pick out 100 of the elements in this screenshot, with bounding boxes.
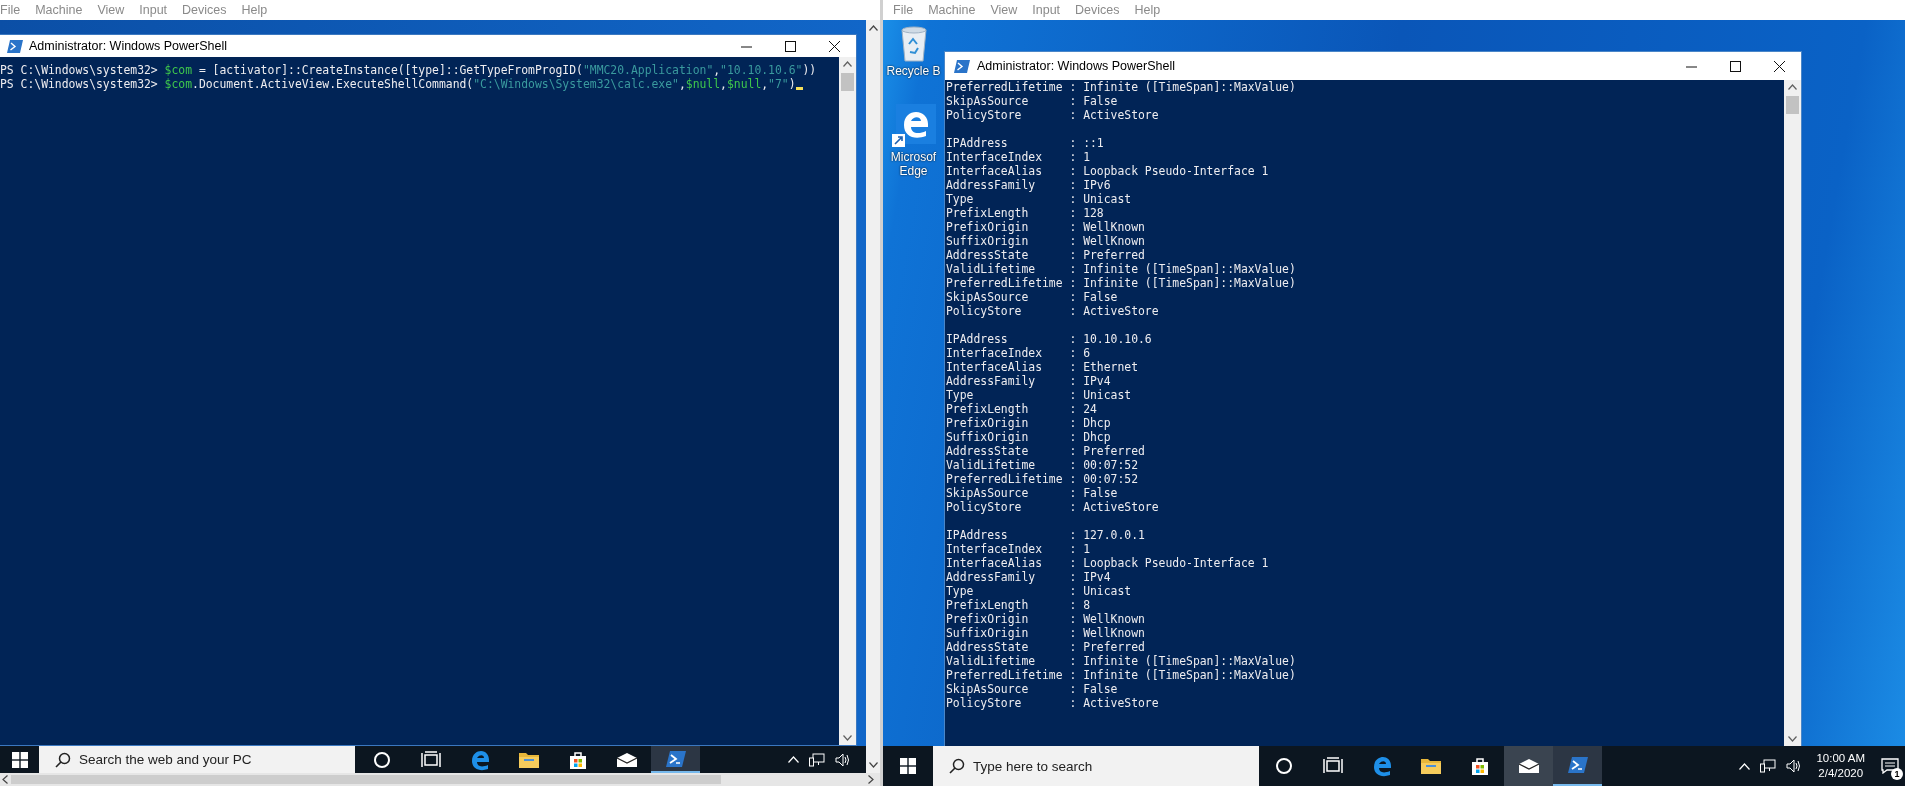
menu-item[interactable]: Help [1134,3,1161,17]
command-line: PS C:\Windows\system32> $com = [activator]::CreateInstance([type]::GetTypeFromProgID("MMC20.Application","10.10.10.6")) [0,63,817,77]
search-field[interactable]: Type here to search [973,758,1233,774]
speaker-icon[interactable] [1786,759,1803,773]
scroll-down-button[interactable] [868,762,878,768]
desktop-icon-label[interactable]: Recycle B [886,64,941,78]
output-line: AddressFamily : IPv6 [946,178,1112,192]
output-line: IPAddress : ::1 [946,136,1105,150]
output-line: PrefixLength : 128 [946,206,1105,220]
terminal-icon [1566,756,1589,774]
menu-item[interactable]: Input [139,3,168,17]
envelope-icon [1517,758,1540,774]
scroll-up-button[interactable] [843,61,852,67]
search-icon [55,751,71,768]
output-line: AddressState : Preferred [946,640,1146,654]
output-line: SuffixOrigin : WellKnown [946,234,1146,248]
output-line: InterfaceAlias : Ethernet [946,360,1140,374]
output-line: PolicyStore : ActiveStore [946,500,1160,514]
menu-item[interactable]: View [97,3,125,17]
scroll-thumb[interactable] [11,775,721,784]
scrollbar[interactable] [0,773,880,786]
output-line: InterfaceIndex : 6 [946,346,1091,360]
scroll-thumb[interactable] [841,73,854,91]
scrollbar[interactable] [866,20,880,773]
output-line: Type : Unicast [946,584,1133,598]
output-line: AddressState : Preferred [946,248,1146,262]
caret-up-icon[interactable] [788,756,799,763]
scroll-up-button[interactable] [868,25,878,31]
menu-item[interactable]: View [990,3,1018,17]
output-line: PrefixOrigin : WellKnown [946,220,1146,234]
browser-shortcut-icon[interactable] [891,104,936,148]
scroll-down-button[interactable] [843,735,852,741]
output-line: AddressFamily : IPv4 [946,570,1112,584]
menu-item[interactable]: Machine [35,3,83,17]
maximize-icon [1729,60,1741,72]
output-line: SkipAsSource : False [946,290,1119,304]
output-line: AddressState : Preferred [946,444,1146,458]
output-line: SkipAsSource : False [946,94,1119,108]
scroll-right-button[interactable] [868,775,874,784]
scroll-left-button[interactable] [2,775,8,784]
menu-item[interactable]: Devices [182,3,227,17]
terminal-icon [664,749,687,768]
output-line: IPAddress : 127.0.0.1 [946,528,1146,542]
scrollbar[interactable] [839,57,856,745]
shopping-bag-icon [1469,756,1490,776]
shopping-bag-icon [567,749,588,770]
output-line: SuffixOrigin : WellKnown [946,626,1146,640]
output-line: ValidLifetime : Infinite ([TimeSpan]::MaxValue) [946,262,1297,276]
network-icon[interactable] [809,752,825,767]
caret-up-icon[interactable] [1739,762,1751,770]
taskbar-app-button[interactable] [1504,746,1553,786]
output-line: PreferredLifetime : Infinite ([TimeSpan]::MaxValue) [946,668,1297,682]
terminal-icon [954,59,970,73]
output-line: PrefixOrigin : WellKnown [946,612,1146,626]
taskbar-app-button[interactable] [1553,746,1602,786]
desktop-icon-label[interactable]: Microsof Edge [885,150,942,178]
menu-item[interactable]: Machine [928,3,976,17]
menu-item[interactable]: Devices [1075,3,1120,17]
terminal-icon [7,39,23,53]
search-bar[interactable]: Type here to search [933,746,1259,786]
output-line: InterfaceIndex : 1 [946,150,1091,164]
output-line: ValidLifetime : 00:07:52 [946,458,1140,472]
cortana-ring-icon [372,750,391,769]
speaker-icon[interactable] [835,752,851,767]
cortana-ring-icon [1274,757,1293,775]
output-line: SuffixOrigin : Dhcp [946,430,1112,444]
output-line: PreferredLifetime : Infinite ([TimeSpan]::MaxValue) [946,276,1297,290]
menu-item[interactable]: Help [241,3,268,17]
envelope-icon [615,751,638,768]
search-icon [949,758,965,774]
task-view-icon [420,750,441,769]
search-field[interactable]: Search the web and your PC [79,752,339,767]
output-line: AddressFamily : IPv4 [946,374,1112,388]
output-line: PolicyStore : ActiveStore [946,108,1160,122]
output-line: PolicyStore : ActiveStore [946,304,1160,318]
clock[interactable]: 10:00 AM 2/4/2020 [1812,751,1869,781]
task-view-icon [1322,757,1343,775]
output-line: Type : Unicast [946,388,1133,402]
output-line: PreferredLifetime : 00:07:52 [946,472,1140,486]
windows-logo-icon [11,751,28,768]
maximize-icon [784,40,796,52]
window-title: Administrator: Windows PowerShell [977,59,1176,73]
output-line: InterfaceIndex : 1 [946,542,1091,556]
output-line: SkipAsSource : False [946,682,1119,696]
menu-item[interactable]: File [893,3,914,17]
scroll-thumb[interactable] [1786,96,1799,114]
scrollbar[interactable] [1784,80,1801,746]
output-line: IPAddress : 10.10.10.6 [946,332,1153,346]
recycle-bin-icon[interactable] [898,26,929,62]
notification-button[interactable]: 1 [1879,746,1905,786]
scroll-up-button[interactable] [1788,84,1797,90]
taskbar-app-button[interactable] [651,746,700,773]
scroll-down-button[interactable] [1788,736,1797,742]
search-bar[interactable]: Search the web and your PC [39,746,355,773]
menu-item[interactable]: File [0,3,21,17]
menu-item[interactable]: Input [1032,3,1061,17]
network-icon[interactable] [1760,759,1777,773]
output-line: SkipAsSource : False [946,486,1119,500]
output-line: PolicyStore : ActiveStore [946,696,1160,710]
output-line: ValidLifetime : Infinite ([TimeSpan]::MaxValue) [946,654,1297,668]
